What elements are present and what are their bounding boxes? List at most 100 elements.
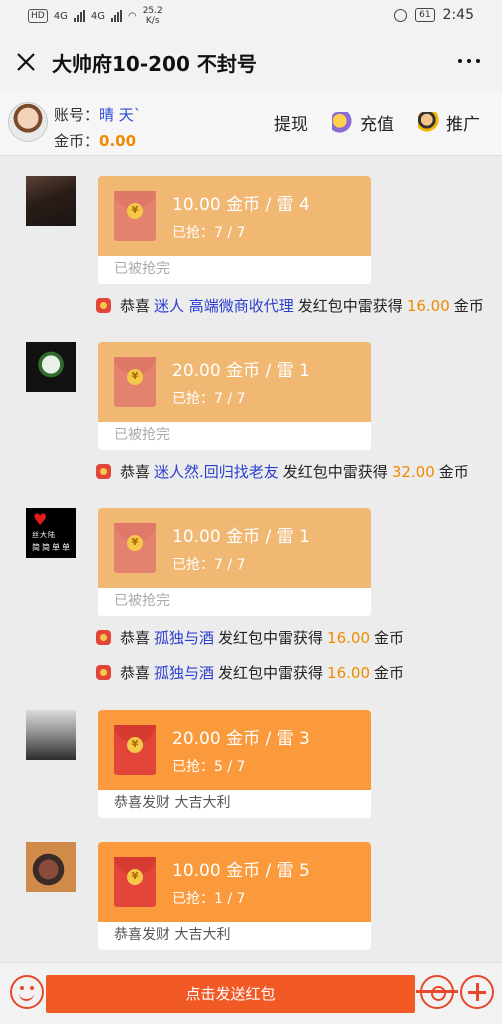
notice-suffix: 金币 bbox=[438, 463, 469, 481]
bottom-bar: 点击发送红包 bbox=[0, 962, 502, 1024]
coin-icon: ¥ bbox=[127, 535, 143, 551]
win-notice: 恭喜 孤独与酒 发红包中雷获得 16.00 金币 bbox=[96, 662, 404, 683]
red-packet-body: ¥ 10.00 金币 / 雷 1 已抢：7 / 7 bbox=[98, 508, 371, 588]
close-icon[interactable] bbox=[14, 50, 38, 74]
packet-grabbed: 已抢：1 / 7 bbox=[172, 891, 246, 907]
notice-amount: 32.00 bbox=[391, 462, 435, 481]
recharge-label: 充值 bbox=[360, 115, 394, 135]
avatar[interactable] bbox=[26, 842, 76, 892]
coin-icon: ¥ bbox=[127, 737, 143, 753]
red-packet-card[interactable]: ¥ 10.00 金币 / 雷 5 已抢：1 / 7 恭喜发财 大吉大利 bbox=[98, 842, 371, 950]
smile-icon[interactable] bbox=[10, 975, 44, 1009]
red-packet-body: ¥ 20.00 金币 / 雷 3 已抢：5 / 7 bbox=[98, 710, 371, 790]
notice-name[interactable]: 迷人 高端微商收代理 bbox=[154, 295, 294, 316]
win-notice: 恭喜 迷人然.回归找老友 发红包中雷获得 32.00 金币 bbox=[96, 461, 469, 482]
envelope-icon: ¥ bbox=[114, 357, 156, 407]
notice-middle: 发红包中雷获得 bbox=[297, 297, 403, 315]
heart-icon: ♥ bbox=[33, 510, 48, 529]
packet-grabbed: 已抢：7 / 7 bbox=[172, 557, 246, 573]
avatar[interactable] bbox=[26, 710, 76, 760]
notice-amount: 16.00 bbox=[327, 628, 370, 647]
notice-icon bbox=[96, 298, 111, 313]
notice-prefix: 恭喜 bbox=[120, 629, 151, 647]
notice-name[interactable]: 孤独与酒 bbox=[154, 662, 214, 683]
recharge-icon bbox=[332, 111, 354, 134]
notice-name[interactable]: 孤独与酒 bbox=[154, 627, 214, 648]
account-label: 账号： bbox=[54, 106, 100, 124]
account-bar: 账号：晴 天` 金币：0.00 提现 充值 推广 bbox=[0, 92, 502, 156]
speed-value: 25.2 bbox=[142, 6, 163, 16]
plus-icon[interactable] bbox=[460, 975, 494, 1009]
promote-icon bbox=[418, 111, 440, 134]
alarm-icon bbox=[394, 8, 408, 22]
wifi-icon: ◠ bbox=[127, 10, 137, 22]
coins-value: 0.00 bbox=[99, 132, 137, 150]
packet-amount: 10.00 金币 / 雷 1 bbox=[172, 527, 310, 547]
red-packet-card[interactable]: ¥ 10.00 金币 / 雷 4 已抢：7 / 7 已被抢完 bbox=[98, 176, 371, 284]
red-packet-body: ¥ 20.00 金币 / 雷 1 已抢：7 / 7 bbox=[98, 342, 371, 422]
notice-name[interactable]: 迷人然.回归找老友 bbox=[154, 461, 279, 482]
notice-icon bbox=[96, 630, 111, 645]
avatar[interactable] bbox=[26, 342, 76, 392]
notice-icon bbox=[96, 665, 111, 680]
notice-suffix: 金币 bbox=[374, 664, 405, 682]
notice-middle: 发红包中雷获得 bbox=[218, 629, 324, 647]
envelope-icon: ¥ bbox=[114, 523, 156, 573]
account-value: 晴 天` bbox=[99, 106, 142, 124]
notice-suffix: 金币 bbox=[453, 297, 484, 315]
notice-middle: 发红包中雷获得 bbox=[218, 664, 324, 682]
coin-icon: ¥ bbox=[127, 869, 143, 885]
packet-greeting: 恭喜发财 大吉大利 bbox=[98, 922, 371, 950]
avatar-caption-2: 简简单单 bbox=[32, 543, 72, 552]
title-bar: 大帅府10-200 不封号 bbox=[0, 32, 502, 92]
avatar[interactable] bbox=[8, 102, 48, 142]
packet-status: 已被抢完 bbox=[98, 256, 371, 284]
red-packet-body: ¥ 10.00 金币 / 雷 5 已抢：1 / 7 bbox=[98, 842, 371, 922]
packet-amount: 20.00 金币 / 雷 3 bbox=[172, 729, 310, 749]
coin-icon: ¥ bbox=[127, 369, 143, 385]
gear-icon[interactable] bbox=[416, 975, 458, 1009]
red-packet-card[interactable]: ¥ 10.00 金币 / 雷 1 已抢：7 / 7 已被抢完 bbox=[98, 508, 371, 616]
red-packet-card[interactable]: ¥ 20.00 金币 / 雷 3 已抢：5 / 7 恭喜发财 大吉大利 bbox=[98, 710, 371, 818]
packet-grabbed: 已抢：7 / 7 bbox=[172, 225, 246, 241]
avatar[interactable]: ♥ 丝大陆 简简单单 bbox=[26, 508, 76, 558]
packet-greeting: 恭喜发财 大吉大利 bbox=[98, 790, 371, 818]
withdraw-button[interactable]: 提现 bbox=[274, 110, 308, 135]
signal-icon-2 bbox=[110, 10, 122, 22]
notice-amount: 16.00 bbox=[406, 296, 450, 315]
notice-prefix: 恭喜 bbox=[120, 463, 151, 481]
packet-amount: 10.00 金币 / 雷 5 bbox=[172, 861, 310, 881]
win-notice: 恭喜 迷人 高端微商收代理 发红包中雷获得 16.00 金币 bbox=[96, 295, 484, 316]
notice-prefix: 恭喜 bbox=[120, 664, 151, 682]
avatar[interactable] bbox=[26, 176, 76, 226]
promote-label: 推广 bbox=[446, 115, 480, 135]
status-left: HD 4G 4G ◠ 25.2 K/s bbox=[28, 6, 163, 26]
notice-icon bbox=[96, 464, 111, 479]
status-right: 61 2:45 bbox=[394, 7, 474, 23]
network-label-1: 4G bbox=[53, 10, 68, 22]
promote-button[interactable]: 推广 bbox=[418, 110, 480, 135]
send-red-packet-button[interactable]: 点击发送红包 bbox=[46, 975, 415, 1013]
packet-amount: 20.00 金币 / 雷 1 bbox=[172, 361, 310, 381]
withdraw-label: 提现 bbox=[274, 115, 308, 135]
account-row: 账号：晴 天` bbox=[54, 104, 141, 125]
account-actions: 提现 充值 推广 bbox=[274, 110, 480, 135]
recharge-button[interactable]: 充值 bbox=[332, 110, 394, 135]
status-bar: HD 4G 4G ◠ 25.2 K/s 61 2:45 bbox=[0, 0, 502, 32]
speed-unit: K/s bbox=[145, 16, 160, 26]
notice-suffix: 金币 bbox=[374, 629, 405, 647]
packet-status: 已被抢完 bbox=[98, 588, 371, 616]
envelope-icon: ¥ bbox=[114, 191, 156, 241]
red-packet-card[interactable]: ¥ 20.00 金币 / 雷 1 已抢：7 / 7 已被抢完 bbox=[98, 342, 371, 450]
battery-indicator: 61 bbox=[415, 8, 435, 22]
more-icon[interactable] bbox=[458, 59, 480, 63]
network-label-2: 4G bbox=[90, 10, 105, 22]
network-speed: 25.2 K/s bbox=[143, 6, 163, 26]
coins-row: 金币：0.00 bbox=[54, 130, 136, 151]
coins-label: 金币： bbox=[54, 132, 100, 150]
clock: 2:45 bbox=[442, 7, 474, 23]
coin-icon: ¥ bbox=[127, 203, 143, 219]
page-title: 大帅府10-200 不封号 bbox=[52, 52, 257, 76]
notice-middle: 发红包中雷获得 bbox=[282, 463, 388, 481]
signal-icon bbox=[73, 10, 85, 22]
